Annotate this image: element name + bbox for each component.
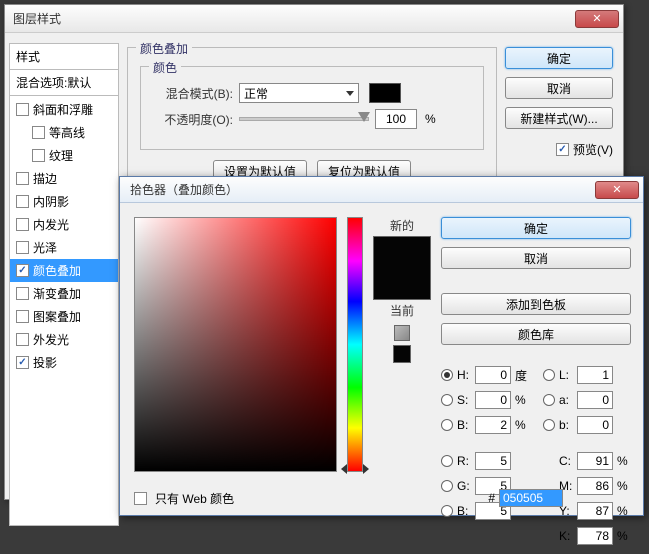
style-label: 描边: [33, 170, 57, 187]
picker-ok-button[interactable]: 确定: [441, 217, 631, 239]
style-label: 颜色叠加: [33, 262, 81, 279]
style-label: 斜面和浮雕: [33, 101, 93, 118]
gamut-warning-icon[interactable]: [394, 325, 410, 341]
style-checkbox[interactable]: [16, 195, 29, 208]
new-current-swatch[interactable]: [373, 236, 431, 300]
style-label: 图案叠加: [33, 308, 81, 325]
preview-label: 预览(V): [573, 141, 613, 158]
cancel-button[interactable]: 取消: [505, 77, 613, 99]
picker-cancel-button[interactable]: 取消: [441, 247, 631, 269]
style-item-5[interactable]: 内发光: [10, 213, 118, 236]
close-icon[interactable]: [595, 181, 639, 199]
style-item-7[interactable]: 颜色叠加: [10, 259, 118, 282]
style-checkbox[interactable]: [32, 149, 45, 162]
b-lab-input[interactable]: 0: [577, 416, 613, 434]
l-radio[interactable]: [543, 369, 555, 381]
s-input[interactable]: 0: [475, 391, 511, 409]
l-input[interactable]: 1: [577, 366, 613, 384]
blend-options-default[interactable]: 混合选项:默认: [9, 70, 119, 96]
style-checkbox[interactable]: [16, 218, 29, 231]
style-item-9[interactable]: 图案叠加: [10, 305, 118, 328]
style-item-10[interactable]: 外发光: [10, 328, 118, 351]
color-picker-title: 拾色器（叠加颜色）: [124, 181, 595, 198]
style-label: 等高线: [49, 124, 85, 141]
styles-list: 斜面和浮雕等高线纹理描边内阴影内发光光泽颜色叠加渐变叠加图案叠加外发光投影: [9, 96, 119, 526]
hex-hash: #: [488, 491, 495, 505]
opacity-input[interactable]: 100: [375, 109, 417, 129]
opacity-slider[interactable]: [239, 117, 369, 121]
style-label: 纹理: [49, 147, 73, 164]
new-style-button[interactable]: 新建样式(W)...: [505, 107, 613, 129]
style-item-11[interactable]: 投影: [10, 351, 118, 374]
section-legend: 颜色叠加: [136, 40, 192, 57]
style-item-2[interactable]: 纹理: [10, 144, 118, 167]
style-item-0[interactable]: 斜面和浮雕: [10, 98, 118, 121]
style-checkbox[interactable]: [32, 126, 45, 139]
layer-style-titlebar[interactable]: 图层样式: [5, 5, 623, 33]
style-checkbox[interactable]: [16, 356, 29, 369]
a-radio[interactable]: [543, 394, 555, 406]
k-input[interactable]: 78: [577, 527, 613, 545]
b-hsb-input[interactable]: 2: [475, 416, 511, 434]
current-color-label: 当前: [390, 302, 414, 319]
web-colors-label: 只有 Web 颜色: [155, 490, 234, 507]
style-label: 投影: [33, 354, 57, 371]
r-input[interactable]: 5: [475, 452, 511, 470]
style-checkbox[interactable]: [16, 241, 29, 254]
hex-input[interactable]: 050505: [499, 489, 563, 507]
styles-panel: 样式 混合选项:默认 斜面和浮雕等高线纹理描边内阴影内发光光泽颜色叠加渐变叠加图…: [9, 43, 119, 526]
b-lab-radio[interactable]: [543, 419, 555, 431]
style-checkbox[interactable]: [16, 333, 29, 346]
style-label: 外发光: [33, 331, 69, 348]
hue-slider[interactable]: [347, 217, 363, 472]
style-item-8[interactable]: 渐变叠加: [10, 282, 118, 305]
style-checkbox[interactable]: [16, 103, 29, 116]
new-color-label: 新的: [390, 217, 414, 234]
blend-mode-label: 混合模式(B):: [153, 85, 233, 102]
s-radio[interactable]: [441, 394, 453, 406]
h-radio[interactable]: [441, 369, 453, 381]
style-checkbox[interactable]: [16, 172, 29, 185]
color-picker-titlebar[interactable]: 拾色器（叠加颜色）: [120, 177, 643, 203]
style-label: 内发光: [33, 216, 69, 233]
styles-header[interactable]: 样式: [9, 43, 119, 70]
b-hsb-radio[interactable]: [441, 419, 453, 431]
style-label: 渐变叠加: [33, 285, 81, 302]
ok-button[interactable]: 确定: [505, 47, 613, 69]
blend-mode-select[interactable]: 正常: [239, 83, 359, 103]
opacity-unit: %: [425, 112, 436, 126]
web-colors-checkbox[interactable]: [134, 492, 147, 505]
style-item-4[interactable]: 内阴影: [10, 190, 118, 213]
style-label: 光泽: [33, 239, 57, 256]
close-icon[interactable]: [575, 10, 619, 28]
inner-legend: 颜色: [149, 59, 181, 76]
chevron-down-icon: [346, 91, 354, 96]
style-checkbox[interactable]: [16, 287, 29, 300]
color-picker-dialog: 拾色器（叠加颜色） 新的 当前 确定 取消 添加到色板 颜色库 H:0度: [119, 176, 644, 516]
style-checkbox[interactable]: [16, 264, 29, 277]
websafe-swatch[interactable]: [393, 345, 411, 363]
style-checkbox[interactable]: [16, 310, 29, 323]
c-input[interactable]: 91: [577, 452, 613, 470]
add-to-swatches-button[interactable]: 添加到色板: [441, 293, 631, 315]
preview-checkbox[interactable]: [556, 143, 569, 156]
a-input[interactable]: 0: [577, 391, 613, 409]
saturation-value-field[interactable]: [134, 217, 337, 472]
overlay-color-swatch[interactable]: [369, 83, 401, 103]
layer-style-title: 图层样式: [9, 10, 575, 27]
style-item-3[interactable]: 描边: [10, 167, 118, 190]
r-radio[interactable]: [441, 455, 453, 467]
h-input[interactable]: 0: [475, 366, 511, 384]
color-libraries-button[interactable]: 颜色库: [441, 323, 631, 345]
style-item-1[interactable]: 等高线: [10, 121, 118, 144]
opacity-label: 不透明度(O):: [153, 111, 233, 128]
style-label: 内阴影: [33, 193, 69, 210]
style-item-6[interactable]: 光泽: [10, 236, 118, 259]
